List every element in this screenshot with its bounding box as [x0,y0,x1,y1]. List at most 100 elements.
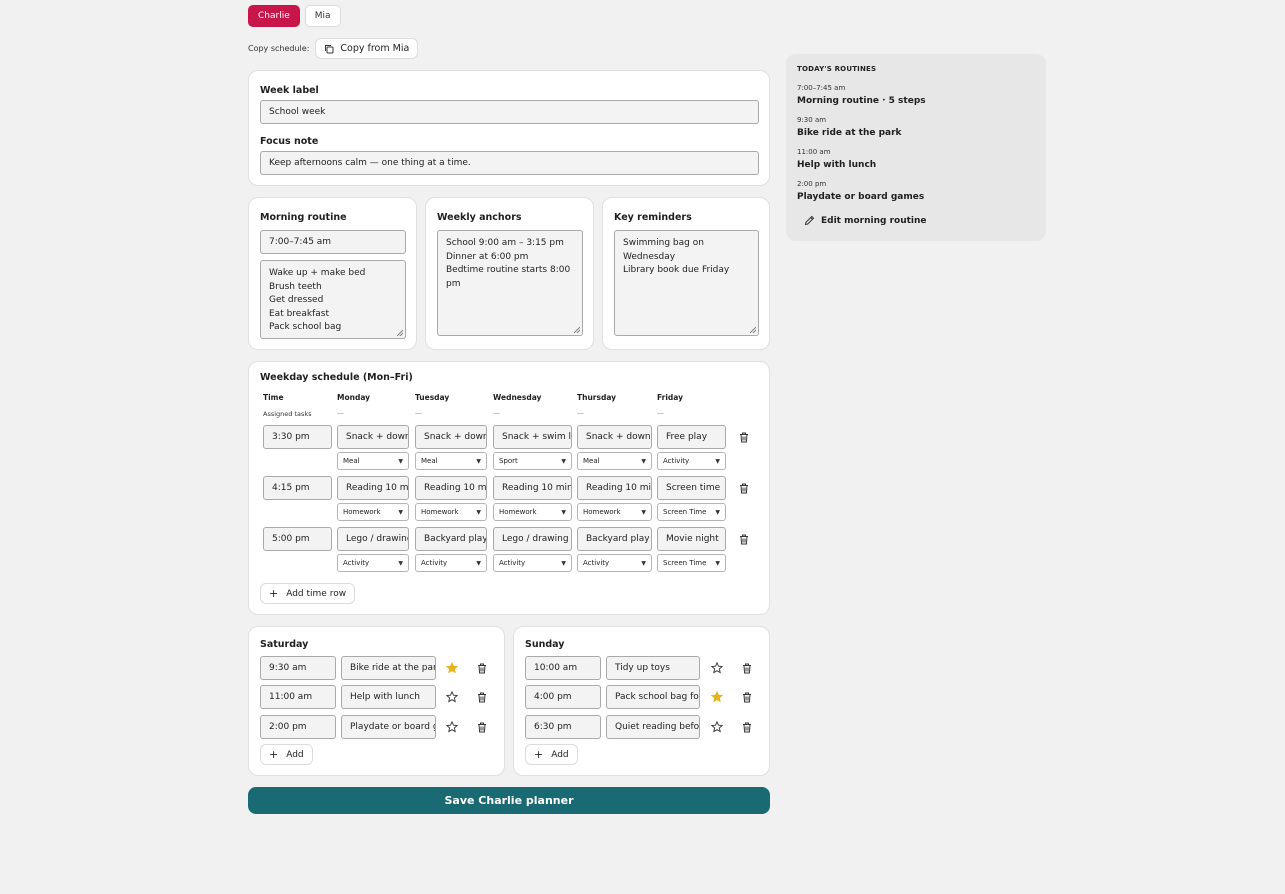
saturday-row1-time[interactable]: 9:30 am [260,656,336,680]
row3-delete-button[interactable] [737,532,751,546]
chevron-down-icon: ▼ [476,559,481,567]
saturday-row2-star-button[interactable] [445,690,459,704]
row1-time-input[interactable]: 3:30 pm [263,425,332,449]
sunday-row3-task[interactable]: Quiet reading before bed [606,715,700,739]
row2-wednesday-category[interactable]: Homework ▼ [493,503,572,521]
sunday-row1-delete-button[interactable] [740,661,754,675]
copy-schedule-row: Copy schedule: Copy from Mia [248,38,419,59]
saturday-row1-task[interactable]: Bike ride at the park [341,656,436,680]
save-planner-button[interactable]: Save Charlie planner [248,787,770,814]
morning-steps-textarea[interactable]: Wake up + make bed Brush teeth Get dress… [260,260,406,339]
row1-wednesday-category[interactable]: Sport ▼ [493,452,572,470]
row3-wednesday-task[interactable]: Lego / drawing [493,527,572,551]
chevron-down-icon: ▼ [715,559,720,567]
saturday-add-button[interactable]: + Add [260,744,313,765]
add-time-row-button[interactable]: + Add time row [260,583,356,604]
sunday-row2-task[interactable]: Pack school bag for Monday [606,685,700,709]
row3-tuesday-task[interactable]: Backyard play [415,527,487,551]
trash-icon [478,722,486,732]
row2-monday-category[interactable]: Homework ▼ [337,503,409,521]
week-label-input[interactable]: School week [260,100,759,124]
chevron-down-icon: ▼ [561,457,566,465]
saturday-row1-star-button[interactable] [445,661,459,675]
row3-tuesday-category[interactable]: Activity ▼ [415,554,487,572]
saturday-row2-time[interactable]: 11:00 am [260,685,336,709]
row1-friday-task[interactable]: Free play [657,425,726,449]
row3-time-input[interactable]: 5:00 pm [263,527,332,551]
sunday-add-button[interactable]: + Add [525,744,578,765]
row1-tuesday-task[interactable]: Snack + down time [415,425,487,449]
row2-thursday-category[interactable]: Homework ▼ [577,503,652,521]
sunday-row1-time[interactable]: 10:00 am [525,656,601,680]
plus-icon: + [269,587,279,600]
row2-wednesday-category-value: Homework [499,508,537,516]
sunday-row3-delete-button[interactable] [740,720,754,734]
chevron-down-icon: ▼ [398,508,403,516]
day-header-monday: Monday [337,393,371,402]
sunday-row2-delete-button[interactable] [740,690,754,704]
row2-thursday-category-value: Homework [583,508,621,516]
row3-thursday-task[interactable]: Backyard play [577,527,652,551]
tab-charlie[interactable]: Charlie [248,5,300,27]
day-header-friday: Friday [657,393,684,402]
saturday-row1-delete-button[interactable] [475,661,489,675]
weekly-anchors-textarea[interactable]: School 9:00 am – 3:15 pm Dinner at 6:00 … [437,230,583,336]
key-reminders-textarea[interactable]: Swimming bag on Wednesday Library book d… [614,230,759,336]
row2-friday-category[interactable]: Screen Time ▼ [657,503,726,521]
day-header-thursday: Thursday [577,393,617,402]
monday-count: — [337,409,344,417]
row2-delete-button[interactable] [737,481,751,495]
saturday-row2-task[interactable]: Help with lunch [341,685,436,709]
row3-friday-task[interactable]: Movie night [657,527,726,551]
focus-note-input[interactable]: Keep afternoons calm — one thing at a ti… [260,151,759,175]
chevron-down-icon: ▼ [476,457,481,465]
star-outline-icon [446,691,458,703]
saturday-row3-time[interactable]: 2:00 pm [260,715,336,739]
saturday-row3-delete-button[interactable] [475,720,489,734]
day-header-wednesday: Wednesday [493,393,542,402]
row3-monday-category[interactable]: Activity ▼ [337,554,409,572]
row1-thursday-category-value: Meal [583,457,600,465]
edit-morning-routine-button[interactable]: Edit morning routine [804,215,927,226]
weekday-schedule-card: Weekday schedule (Mon–Fri) Time Assigned… [248,361,770,615]
saturday-row2-delete-button[interactable] [475,690,489,704]
sunday-row3-time[interactable]: 6:30 pm [525,715,601,739]
row3-thursday-category[interactable]: Activity ▼ [577,554,652,572]
row1-thursday-category[interactable]: Meal ▼ [577,452,652,470]
sunday-row3-star-button[interactable] [710,720,724,734]
week-label-title: Week label [260,85,319,96]
sunday-row1-star-button[interactable] [710,661,724,675]
row2-thursday-task[interactable]: Reading 10 min [577,476,652,500]
saturday-row3-star-button[interactable] [445,720,459,734]
row2-tuesday-task[interactable]: Reading 10 min [415,476,487,500]
chevron-down-icon: ▼ [398,559,403,567]
row2-time-input[interactable]: 4:15 pm [263,476,332,500]
row3-wednesday-category[interactable]: Activity ▼ [493,554,572,572]
row3-friday-category[interactable]: Screen Time ▼ [657,554,726,572]
row1-delete-button[interactable] [737,430,751,444]
chevron-down-icon: ▼ [398,457,403,465]
edit-morning-routine-label: Edit morning routine [821,215,927,226]
row1-tuesday-category[interactable]: Meal ▼ [415,452,487,470]
sunday-row2-time[interactable]: 4:00 pm [525,685,601,709]
row1-wednesday-task[interactable]: Snack + swim lesson [493,425,572,449]
sunday-row1-task[interactable]: Tidy up toys [606,656,700,680]
tab-mia[interactable]: Mia [304,5,341,27]
row3-monday-task[interactable]: Lego / drawing [337,527,409,551]
copy-from-mia-button[interactable]: Copy from Mia [315,38,419,59]
row1-wednesday-category-value: Sport [499,457,518,465]
saturday-row3-task[interactable]: Playdate or board games [341,715,436,739]
morning-time-input[interactable]: 7:00–7:45 am [260,230,406,254]
sunday-row2-star-button[interactable] [710,690,724,704]
row2-friday-task[interactable]: Screen time [657,476,726,500]
row1-thursday-task[interactable]: Snack + down time [577,425,652,449]
routine-name: Morning routine · 5 steps [797,96,926,106]
row2-tuesday-category[interactable]: Homework ▼ [415,503,487,521]
row1-friday-category[interactable]: Activity ▼ [657,452,726,470]
row1-monday-task[interactable]: Snack + down time [337,425,409,449]
plus-icon: + [269,748,279,761]
row2-wednesday-task[interactable]: Reading 10 min [493,476,572,500]
row1-monday-category[interactable]: Meal ▼ [337,452,409,470]
row2-monday-task[interactable]: Reading 10 min [337,476,409,500]
chevron-down-icon: ▼ [476,508,481,516]
